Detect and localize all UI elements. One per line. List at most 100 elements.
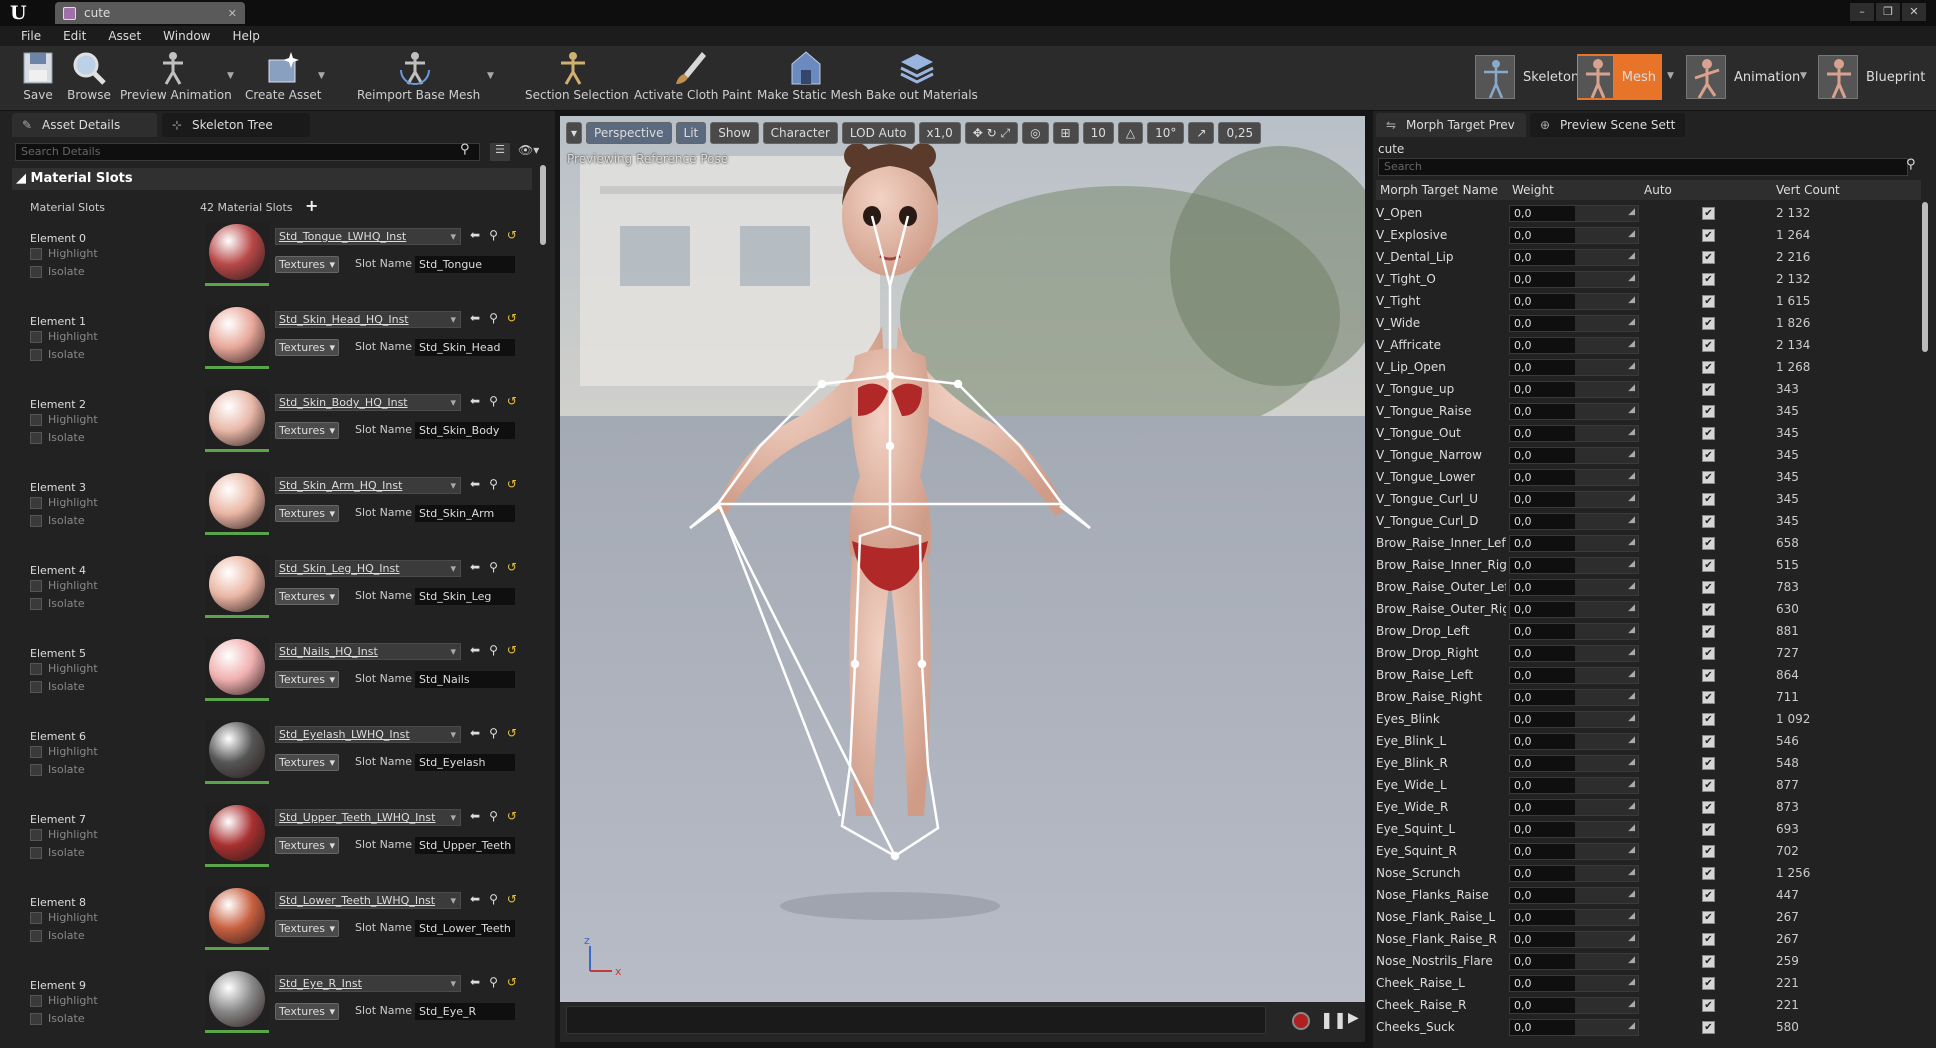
material-picker[interactable]: Std_Eyelash_LWHQ_Inst [275, 726, 461, 743]
auto-checkbox[interactable]: ✔ [1702, 559, 1715, 572]
auto-checkbox[interactable]: ✔ [1702, 889, 1715, 902]
highlight-checkbox[interactable] [30, 414, 42, 426]
slot-name-input[interactable]: Std_Skin_Leg [415, 588, 515, 605]
reset-icon[interactable]: ↺ [507, 477, 526, 491]
close-tab-icon[interactable]: ✕ [228, 7, 237, 20]
weight-slider[interactable] [1575, 843, 1638, 859]
morph-target-row[interactable]: Nose_Flanks_Raise 0,0 ✔ 447 [1376, 884, 1926, 906]
auto-checkbox[interactable]: ✔ [1702, 757, 1715, 770]
weight-slider[interactable] [1575, 997, 1638, 1013]
weight-slider[interactable] [1575, 579, 1638, 595]
auto-checkbox[interactable]: ✔ [1702, 933, 1715, 946]
section-selection-button[interactable]: Section Selection [525, 50, 629, 108]
isolate-checkbox[interactable] [30, 598, 42, 610]
weight-slider[interactable] [1575, 469, 1638, 485]
morph-target-row[interactable]: V_Affricate 0,0 ✔ 2 134 [1376, 334, 1926, 356]
lod-auto-button[interactable]: LOD Auto [841, 122, 915, 144]
auto-checkbox[interactable]: ✔ [1702, 713, 1715, 726]
morph-target-row[interactable]: V_Tight_O 0,0 ✔ 2 132 [1376, 268, 1926, 290]
weight-input[interactable]: 0,0 [1509, 711, 1639, 728]
browse-icon[interactable]: ⚲ [489, 726, 507, 740]
weight-slider[interactable] [1575, 689, 1638, 705]
weight-slider[interactable] [1575, 491, 1638, 507]
use-selected-icon[interactable]: ⬅ [470, 726, 489, 740]
use-selected-icon[interactable]: ⬅ [470, 892, 489, 906]
weight-slider[interactable] [1575, 315, 1638, 331]
morph-target-row[interactable]: Brow_Raise_Inner_Right 0,0 ✔ 515 [1376, 554, 1926, 576]
browse-icon[interactable]: ⚲ [489, 477, 507, 491]
section-header-material-slots[interactable]: ◢ Material Slots [12, 168, 532, 190]
morph-target-row[interactable]: Cheek_Raise_L 0,0 ✔ 221 [1376, 972, 1926, 994]
close-window-button[interactable]: ✕ [1902, 3, 1926, 21]
auto-checkbox[interactable]: ✔ [1702, 691, 1715, 704]
material-thumbnail[interactable] [205, 471, 269, 535]
material-picker[interactable]: Std_Skin_Body_HQ_Inst [275, 394, 461, 411]
tab-skeleton-tree[interactable]: ⊹ Skeleton Tree [162, 113, 310, 137]
auto-checkbox[interactable]: ✔ [1702, 493, 1715, 506]
mode-blueprint-button[interactable]: Blueprint [1818, 54, 1925, 100]
use-selected-icon[interactable]: ⬅ [470, 311, 489, 325]
scale-snap-icon[interactable]: ↗ [1188, 122, 1215, 144]
lit-button[interactable]: Lit [675, 122, 707, 144]
weight-input[interactable]: 0,0 [1509, 689, 1639, 706]
weight-input[interactable]: 0,0 [1509, 293, 1639, 310]
slot-name-input[interactable]: Std_Skin_Body [415, 422, 515, 439]
reset-icon[interactable]: ↺ [507, 311, 526, 325]
browse-icon[interactable]: ⚲ [489, 394, 507, 408]
material-thumbnail[interactable] [205, 305, 269, 369]
weight-slider[interactable] [1575, 821, 1638, 837]
reset-icon[interactable]: ↺ [507, 560, 526, 574]
menu-help[interactable]: Help [221, 26, 270, 46]
weight-input[interactable]: 0,0 [1509, 249, 1639, 266]
auto-checkbox[interactable]: ✔ [1702, 251, 1715, 264]
weight-input[interactable]: 0,0 [1509, 403, 1639, 420]
auto-checkbox[interactable]: ✔ [1702, 317, 1715, 330]
weight-slider[interactable] [1575, 887, 1638, 903]
weight-slider[interactable] [1575, 293, 1638, 309]
browse-icon[interactable]: ⚲ [489, 311, 507, 325]
material-thumbnail[interactable] [205, 637, 269, 701]
weight-input[interactable]: 0,0 [1509, 491, 1639, 508]
weight-input[interactable]: 0,0 [1509, 513, 1639, 530]
column-auto[interactable]: Auto [1644, 180, 1672, 200]
weight-slider[interactable] [1575, 667, 1638, 683]
auto-checkbox[interactable]: ✔ [1702, 405, 1715, 418]
reset-icon[interactable]: ↺ [507, 228, 526, 242]
morph-target-row[interactable]: Nose_Flank_Raise_R 0,0 ✔ 267 [1376, 928, 1926, 950]
textures-dropdown[interactable]: Textures [275, 837, 339, 854]
weight-slider[interactable] [1575, 403, 1638, 419]
morph-target-row[interactable]: V_Wide 0,0 ✔ 1 826 [1376, 312, 1926, 334]
pause-icon[interactable]: ❚❚ [1320, 1010, 1347, 1029]
auto-checkbox[interactable]: ✔ [1702, 471, 1715, 484]
asset-tab[interactable]: cute ✕ [55, 2, 245, 24]
weight-input[interactable]: 0,0 [1509, 557, 1639, 574]
weight-input[interactable]: 0,0 [1509, 205, 1639, 222]
auto-checkbox[interactable]: ✔ [1702, 273, 1715, 286]
weight-input[interactable]: 0,0 [1509, 931, 1639, 948]
column-weight[interactable]: Weight [1512, 180, 1554, 200]
weight-input[interactable]: 0,0 [1509, 799, 1639, 816]
morph-target-row[interactable]: Nose_Nostrils_Flare 0,0 ✔ 259 [1376, 950, 1926, 972]
morph-target-row[interactable]: Nose_Flank_Raise_L 0,0 ✔ 267 [1376, 906, 1926, 928]
browse-icon[interactable]: ⚲ [489, 809, 507, 823]
textures-dropdown[interactable]: Textures [275, 1003, 339, 1020]
use-selected-icon[interactable]: ⬅ [470, 560, 489, 574]
textures-dropdown[interactable]: Textures [275, 671, 339, 688]
material-thumbnail[interactable] [205, 969, 269, 1033]
auto-checkbox[interactable]: ✔ [1702, 735, 1715, 748]
isolate-checkbox[interactable] [30, 1013, 42, 1025]
bake-out-materials-button[interactable]: Bake out Materials [866, 50, 978, 108]
weight-input[interactable]: 0,0 [1509, 953, 1639, 970]
weight-input[interactable]: 0,0 [1509, 601, 1639, 618]
weight-input[interactable]: 0,0 [1509, 1019, 1639, 1036]
highlight-checkbox[interactable] [30, 331, 42, 343]
character-button[interactable]: Character [762, 122, 838, 144]
auto-checkbox[interactable]: ✔ [1702, 977, 1715, 990]
morph-target-row[interactable]: Brow_Drop_Right 0,0 ✔ 727 [1376, 642, 1926, 664]
weight-input[interactable]: 0,0 [1509, 381, 1639, 398]
material-thumbnail[interactable] [205, 720, 269, 784]
mode-animation-button[interactable]: Animation [1686, 54, 1800, 100]
weight-input[interactable]: 0,0 [1509, 359, 1639, 376]
morph-target-row[interactable]: V_Tongue_Curl_U 0,0 ✔ 345 [1376, 488, 1926, 510]
perspective-button[interactable]: Perspective [586, 122, 672, 144]
